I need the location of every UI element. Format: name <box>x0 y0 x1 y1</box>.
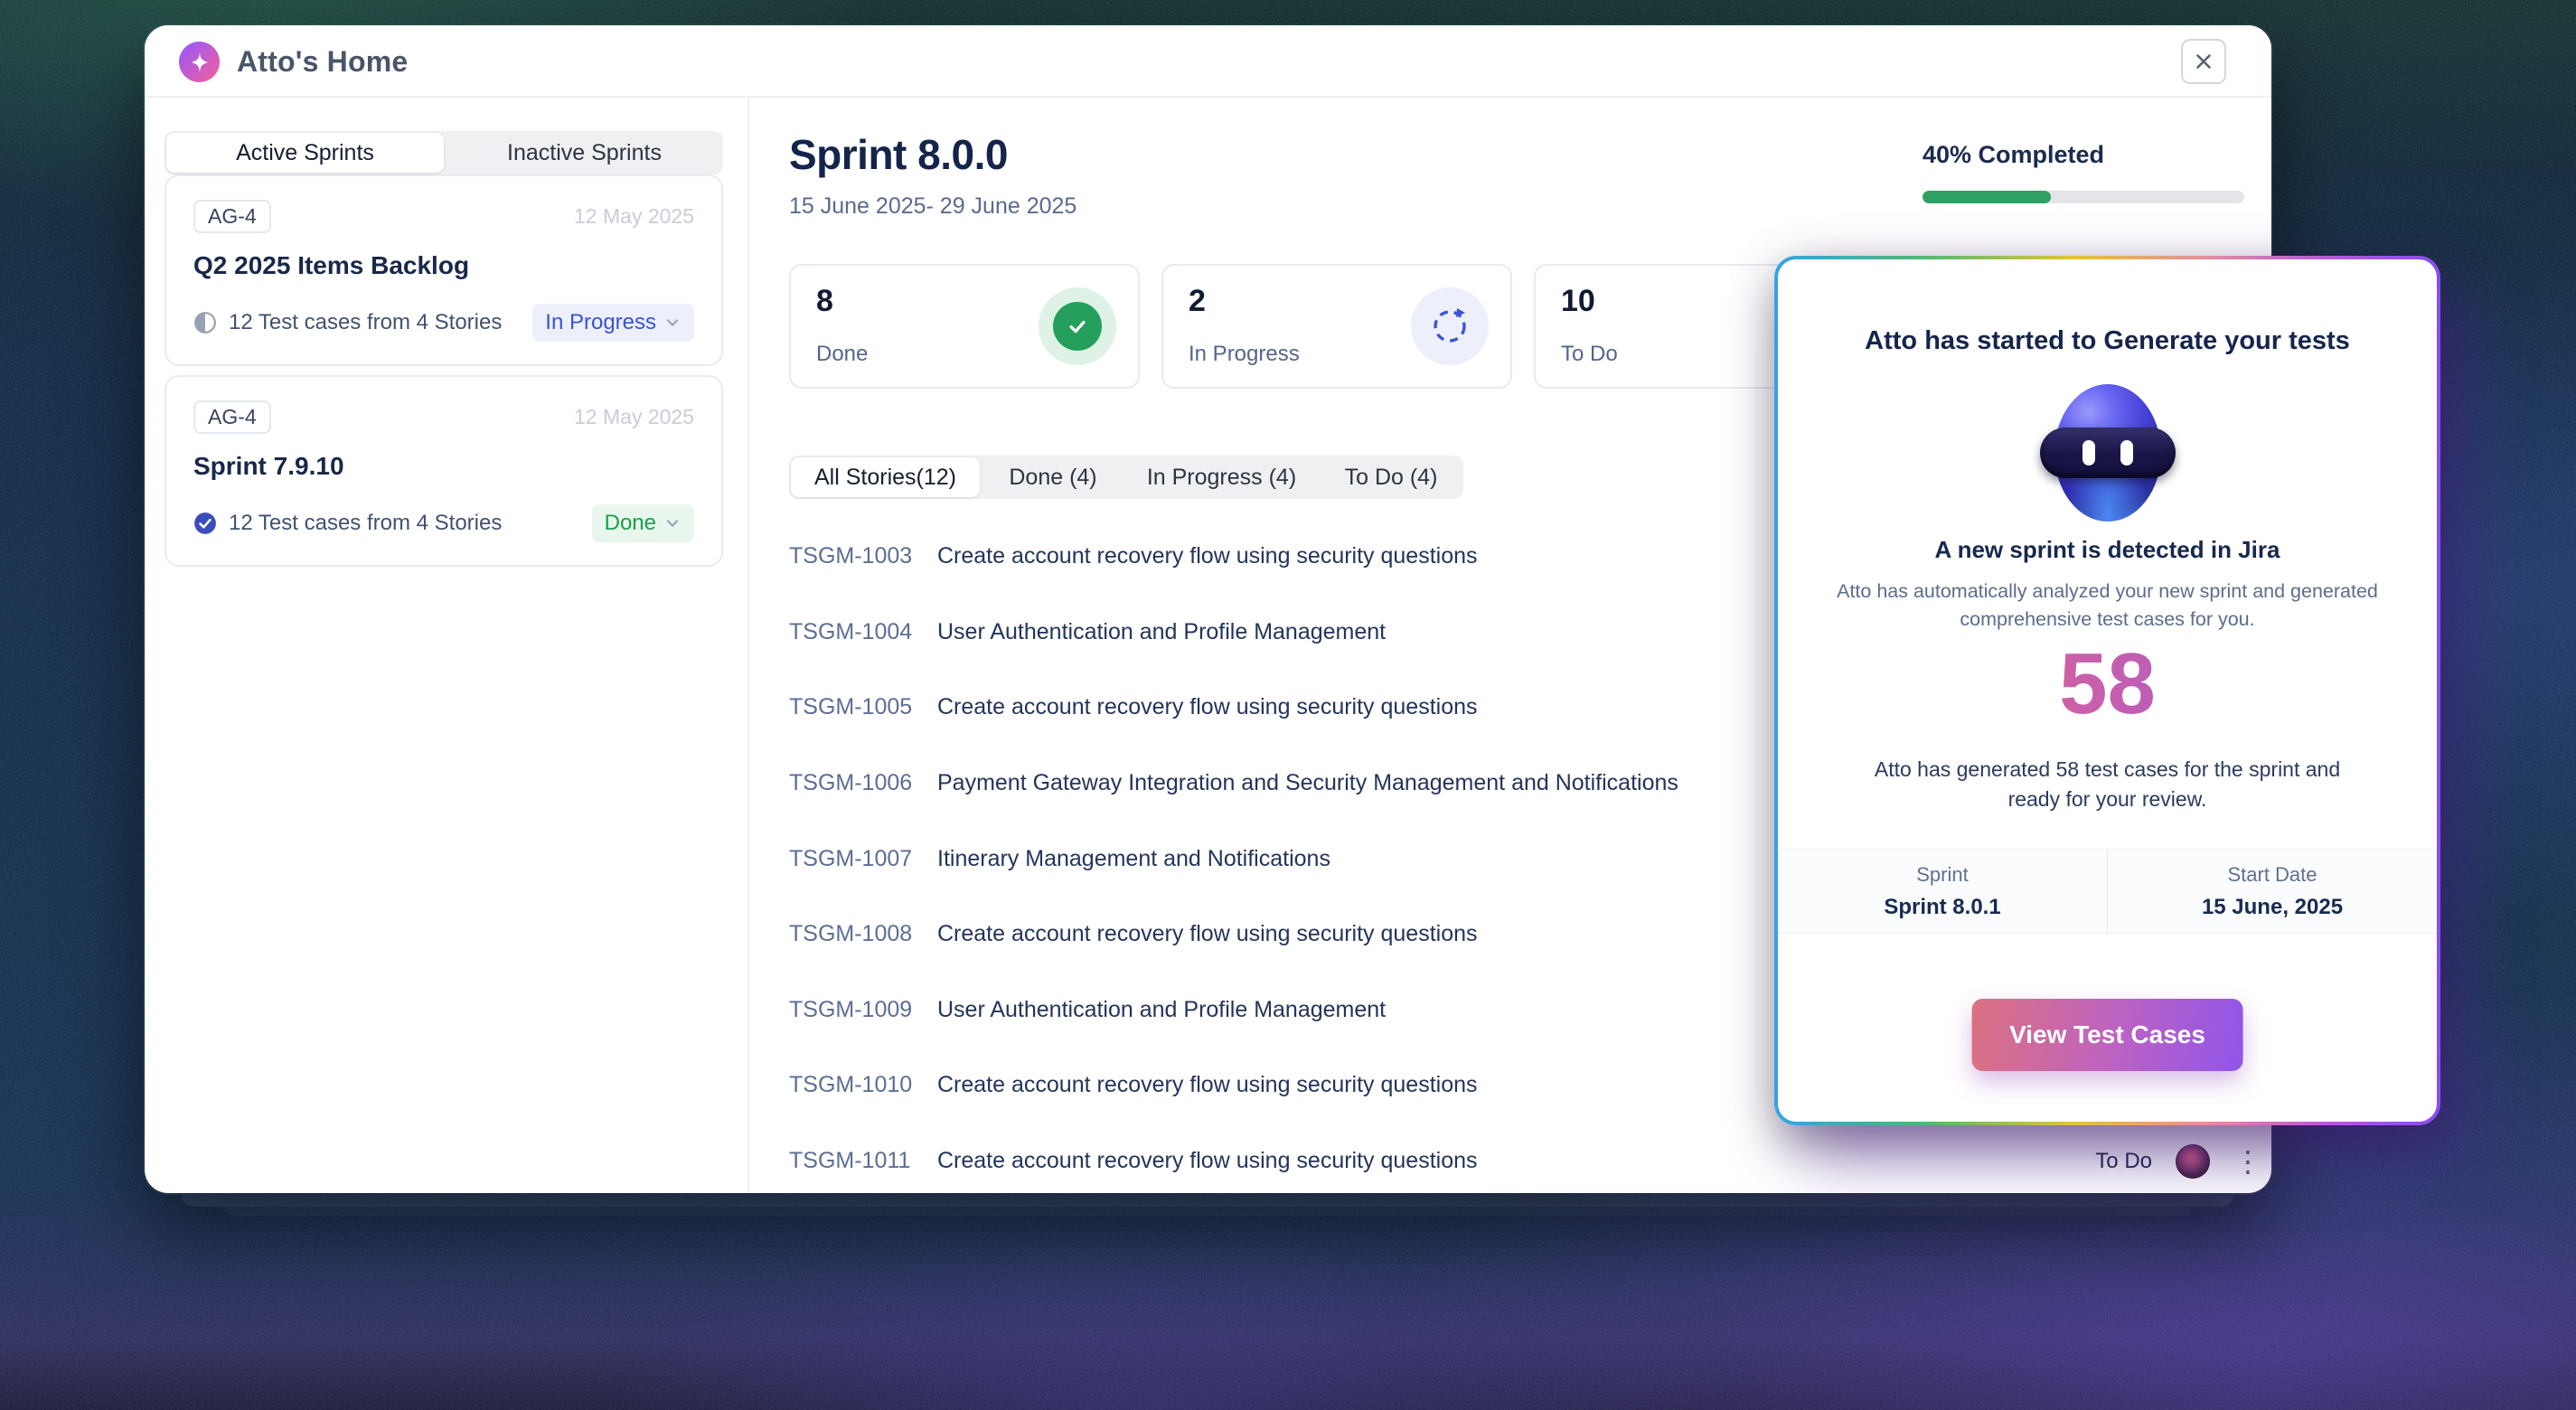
atto-generate-modal: Atto has started to Generate your tests … <box>1774 256 2440 1125</box>
story-id: TSGM-1005 <box>789 694 937 720</box>
sprint-date: 12 May 2025 <box>574 405 694 429</box>
atto-robot-mascot <box>2040 384 2176 522</box>
count-description: Atto has generated 58 test cases for the… <box>1856 755 2359 815</box>
stacked-sheet-front <box>182 1195 2233 1207</box>
status-label: In Progress <box>545 310 656 335</box>
sprint-card-q2-backlog[interactable]: AG-4 12 May 2025 Q2 2025 Items Backlog 1… <box>165 174 723 366</box>
modal-subtitle: A new sprint is detected in Jira <box>1778 536 2437 564</box>
story-row-controls: To Do ⋮ <box>2095 1144 2271 1179</box>
tab-active-sprints[interactable]: Active Sprints <box>166 133 444 173</box>
sprint-progress: 40% Completed <box>1923 141 2244 203</box>
sidebar-divider <box>747 98 749 1193</box>
stat-card-in-progress: 2 In Progress <box>1161 264 1512 389</box>
progress-label: 40% Completed <box>1923 141 2244 169</box>
view-test-cases-button[interactable]: View Test Cases <box>1971 999 2243 1071</box>
chevron-down-icon <box>663 514 682 532</box>
story-filter-tabs: All Stories(12) Done (4) In Progress (4)… <box>789 456 1463 499</box>
window-title: Atto's Home <box>237 25 408 98</box>
sprint-filter-tabs: Active Sprints Inactive Sprints <box>165 131 723 174</box>
done-check-icon <box>1039 287 1116 365</box>
sprint-card-title: Sprint 7.9.10 <box>193 452 694 481</box>
tab-all-stories[interactable]: All Stories(12) <box>791 457 980 497</box>
status-label: Done <box>605 511 656 536</box>
status-dropdown-in-progress[interactable]: In Progress <box>532 304 694 342</box>
refresh-icon <box>1411 287 1489 365</box>
start-date-value: 15 June, 2025 <box>2202 895 2343 920</box>
chevron-down-icon <box>663 314 682 332</box>
robot-eye <box>2082 440 2095 465</box>
pie-chart-icon <box>193 311 217 334</box>
sprint-title: Sprint 8.0.0 <box>789 130 1008 179</box>
robot-eye <box>2120 440 2133 465</box>
story-row[interactable]: TSGM-1011 Create account recovery flow u… <box>789 1123 2271 1193</box>
tab-to-do-stories[interactable]: To Do (4) <box>1319 456 1463 499</box>
story-title: Create account recovery flow using secur… <box>937 1148 2095 1174</box>
sprint-date-range: 15 June 2025- 29 June 2025 <box>789 193 1076 220</box>
sprint-key-badge: AG-4 <box>193 400 271 434</box>
sprint-info-box: Sprint Sprint 8.0.1 Start Date 15 June, … <box>1778 849 2437 934</box>
sprint-key-badge: AG-4 <box>193 200 271 233</box>
story-id: TSGM-1004 <box>789 619 937 645</box>
assignee-avatar[interactable] <box>2176 1144 2210 1179</box>
atto-logo-icon <box>179 42 220 82</box>
sprint-card-title: Q2 2025 Items Backlog <box>193 251 694 280</box>
stat-value: 8 <box>816 284 833 319</box>
stat-label: In Progress <box>1189 342 1300 367</box>
stat-label: To Do <box>1561 342 1618 367</box>
sparkle-icon <box>188 51 212 74</box>
sprint-card-7-9-10[interactable]: AG-4 12 May 2025 Sprint 7.9.10 12 Test c… <box>165 375 723 567</box>
progress-bar-fill <box>1923 191 2051 203</box>
sprint-label: Sprint <box>1916 863 1968 887</box>
tab-done-stories[interactable]: Done (4) <box>982 456 1124 499</box>
tab-inactive-sprints[interactable]: Inactive Sprints <box>446 131 723 174</box>
story-id: TSGM-1008 <box>789 921 937 947</box>
sprint-meta: 12 Test cases from 4 Stories <box>229 310 521 335</box>
stat-value: 10 <box>1561 284 1595 319</box>
story-id: TSGM-1010 <box>789 1072 937 1098</box>
modal-description: Atto has automatically analyzed your new… <box>1829 578 2386 634</box>
story-id: TSGM-1011 <box>789 1148 937 1174</box>
modal-body: Atto has started to Generate your tests … <box>1778 259 2437 1122</box>
sprint-stats: 8 Done 2 In Progress <box>789 264 1885 389</box>
story-id: TSGM-1007 <box>789 846 937 872</box>
stat-value: 2 <box>1189 284 1206 319</box>
progress-bar <box>1923 191 2244 203</box>
sprints-sidebar: Active Sprints Inactive Sprints AG-4 12 … <box>165 131 723 567</box>
robot-visor <box>2040 428 2176 478</box>
stacked-sheet-back <box>223 1206 2192 1216</box>
check-circle-icon <box>193 512 217 535</box>
story-id: TSGM-1003 <box>789 543 937 569</box>
story-status: To Do <box>2095 1149 2152 1174</box>
start-date-label: Start Date <box>2227 863 2317 887</box>
sprint-info-col: Sprint Sprint 8.0.1 <box>1778 850 2108 933</box>
modal-title: Atto has started to Generate your tests <box>1778 326 2437 356</box>
story-id: TSGM-1006 <box>789 770 937 796</box>
status-dropdown-done[interactable]: Done <box>592 504 694 542</box>
screenshot-root: Atto's Home Active Sprints Inactive Spri… <box>0 0 2576 1410</box>
sprint-date: 12 May 2025 <box>574 204 694 229</box>
sprint-value: Sprint 8.0.1 <box>1884 895 2000 920</box>
start-date-col: Start Date 15 June, 2025 <box>2108 850 2437 933</box>
stat-card-done: 8 Done <box>789 264 1140 389</box>
more-options-icon[interactable]: ⋮ <box>2233 1147 2262 1176</box>
generated-test-count: 58 <box>1778 639 2437 730</box>
tab-in-progress-stories[interactable]: In Progress (4) <box>1124 456 1319 499</box>
stat-label: Done <box>816 342 868 367</box>
story-id: TSGM-1009 <box>789 997 937 1023</box>
sprint-meta: 12 Test cases from 4 Stories <box>229 511 580 536</box>
